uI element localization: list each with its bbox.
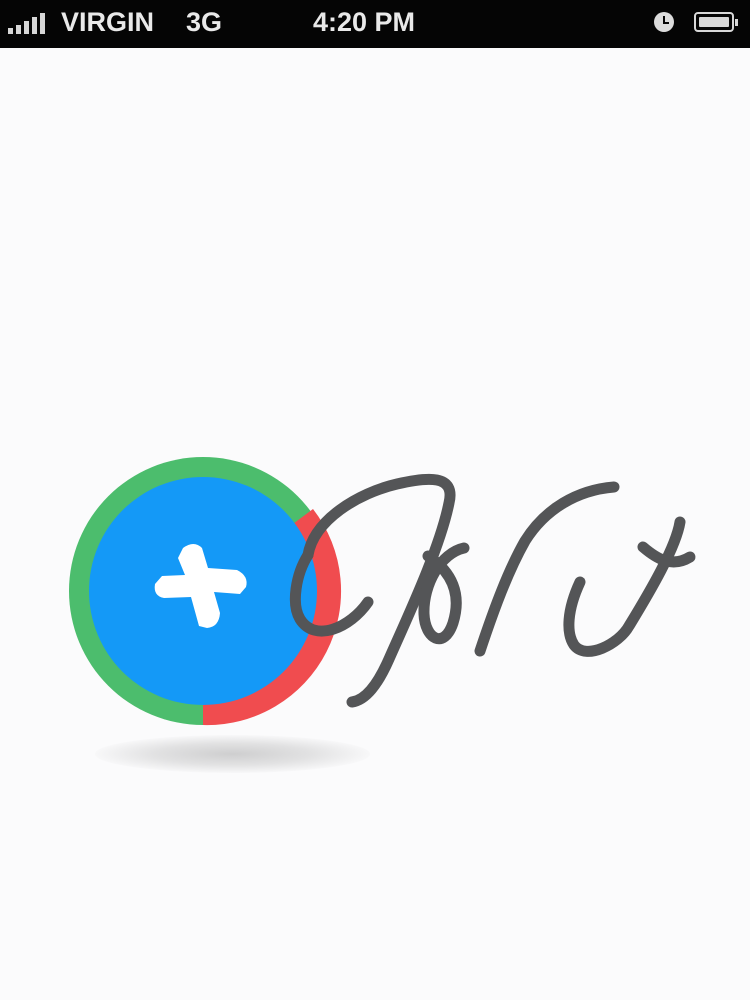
logo-graphic <box>69 457 696 726</box>
logo-wordmark <box>289 473 696 708</box>
app-logo: Jole <box>0 0 750 1000</box>
